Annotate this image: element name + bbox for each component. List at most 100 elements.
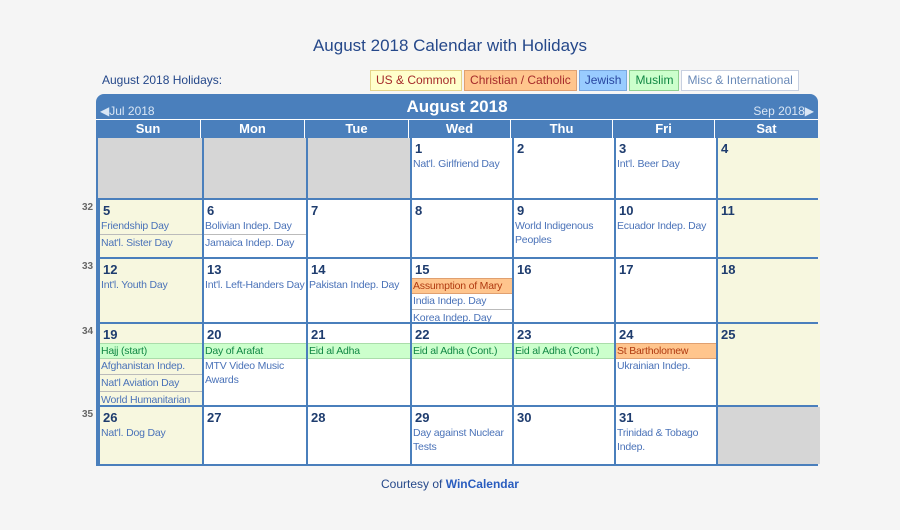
holiday-event[interactable]: Eid al Adha (Cont.) [412,343,512,359]
calendar: ◀Jul 2018 August 2018 Sep 2018▶ Sun Mon … [82,94,820,466]
day-cell[interactable]: 17 [614,259,716,322]
day-cell[interactable]: 26 Nat'l. Dog Day [98,407,202,464]
day-cell[interactable]: 21 Eid al Adha [306,324,410,405]
day-cell[interactable]: 4 [716,138,820,198]
day-number: 28 [311,410,326,425]
day-number: 18 [721,262,736,277]
day-cell[interactable]: 8 [410,200,512,257]
holiday-event[interactable]: World Indigenous Peoples [514,219,614,247]
courtesy-prefix: Courtesy of [381,477,446,491]
day-number: 13 [207,262,222,277]
day-cell[interactable]: 28 [306,407,410,464]
holiday-event[interactable]: India Indep. Day [412,294,512,310]
day-cell[interactable]: 15 Assumption of Mary India Indep. Day Kore… [410,259,512,322]
day-cell[interactable]: 6 Bolivian Indep. Day Jamaica Indep. Day [202,200,306,257]
legend-jewish[interactable]: Jewish [578,70,628,91]
day-number: 17 [619,262,634,277]
holiday-event[interactable]: Friendship Day [100,219,202,235]
day-cell[interactable]: 27 [202,407,306,464]
day-cell[interactable]: 10 Ecuador Indep. Day [614,200,716,257]
day-cell[interactable]: 13 Int'l. Left-Handers Day [202,259,306,322]
day-cell[interactable]: 19 Hajj (start) Afghanistan Indep. Nat'l Av… [98,324,202,405]
day-cell[interactable]: 1 Nat'l. Girlfriend Day [410,138,512,198]
day-cell[interactable]: 24 St Bartholomew Ukrainian Indep. [614,324,716,405]
holiday-event[interactable]: Int'l. Youth Day [100,278,202,292]
holiday-event[interactable]: Trinidad & Tobago Indep. [616,426,716,454]
day-cell[interactable]: 20 Day of Arafat MTV Video Music Awards [202,324,306,405]
holiday-event[interactable]: World Humanitarian [100,393,202,405]
day-number: 1 [415,141,423,156]
day-cell[interactable]: 12 Int'l. Youth Day [98,259,202,322]
day-number: 30 [517,410,532,425]
holiday-event[interactable]: Day against Nuclear Tests [412,426,512,454]
holiday-event[interactable]: Jamaica Indep. Day [204,236,306,250]
holiday-event[interactable]: Day of Arafat [204,343,306,359]
day-cell[interactable]: 16 [512,259,614,322]
day-number: 9 [517,203,525,218]
day-number: 12 [103,262,118,277]
holiday-event[interactable]: Int'l. Left-Handers Day [204,278,306,292]
day-number: 7 [311,203,319,218]
holiday-event[interactable]: Nat'l. Dog Day [100,426,202,440]
week-row: 35 26 Nat'l. Dog Day 27 28 29 Day against Nucl… [82,405,820,464]
day-number: 31 [619,410,634,425]
page-title: August 2018 Calendar with Holidays [312,36,588,55]
legend-christian-catholic[interactable]: Christian / Catholic [464,70,577,91]
day-number: 11 [721,203,735,218]
day-number: 15 [415,262,430,277]
holiday-event[interactable]: Korea Indep. Day [412,311,512,322]
week-row: 32 5 Friendship Day Nat'l. Sister Day 6 Boliv… [82,198,820,257]
legend-us-common[interactable]: US & Common [370,70,463,91]
holiday-event[interactable]: Pakistan Indep. Day [308,278,410,292]
holiday-event[interactable]: MTV Video Music Awards [204,359,306,387]
courtesy-footer: Courtesy of WinCalendar [0,477,900,491]
legend-muslim[interactable]: Muslim [629,70,680,91]
weekday-thu: Thu [510,120,612,138]
calendar-grid: 1 Nat'l. Girlfriend Day 2 3 Int'l. Beer Day 4… [82,138,820,466]
day-cell[interactable]: 22 Eid al Adha (Cont.) [410,324,512,405]
holiday-event[interactable]: Afghanistan Indep. [100,359,202,375]
week-number: 35 [82,409,94,420]
holiday-event[interactable]: Int'l. Beer Day [616,157,716,171]
holiday-event[interactable]: Assumption of Mary [412,278,512,294]
day-cell[interactable]: 14 Pakistan Indep. Day [306,259,410,322]
day-number: 23 [517,327,532,342]
empty-day-cell [716,407,820,464]
holiday-event[interactable]: Eid al Adha [308,343,410,359]
month-title: August 2018 [406,97,508,116]
week-number: 33 [82,261,94,272]
day-cell[interactable]: 29 Day against Nuclear Tests [410,407,512,464]
day-cell[interactable]: 3 Int'l. Beer Day [614,138,716,198]
day-number: 4 [721,141,729,156]
holiday-event[interactable]: Ecuador Indep. Day [616,219,716,233]
wincalendar-link[interactable]: WinCalendar [446,477,519,491]
day-cell[interactable]: 7 [306,200,410,257]
day-cell[interactable]: 23 Eid al Adha (Cont.) [512,324,614,405]
week-row: 1 Nat'l. Girlfriend Day 2 3 Int'l. Beer Day 4 [98,138,820,198]
calendar-header: ◀Jul 2018 August 2018 Sep 2018▶ [96,94,818,119]
day-cell[interactable]: 18 [716,259,820,322]
next-month-link[interactable]: Sep 2018▶ [753,104,814,118]
holiday-event[interactable]: Nat'l Aviation Day [100,376,202,392]
week-number: 34 [82,326,94,337]
day-cell[interactable]: 11 [716,200,820,257]
weekday-mon: Mon [200,120,304,138]
holiday-event[interactable]: Nat'l. Sister Day [100,236,202,250]
holiday-event[interactable]: Ukrainian Indep. [616,359,716,373]
legend-misc-international[interactable]: Misc & International [681,70,799,91]
day-cell[interactable]: 31 Trinidad & Tobago Indep. [614,407,716,464]
day-number: 19 [103,327,118,342]
holiday-event[interactable]: St Bartholomew [616,343,716,359]
day-cell[interactable]: 30 [512,407,614,464]
day-cell[interactable]: 5 Friendship Day Nat'l. Sister Day [98,200,202,257]
weekday-tue: Tue [304,120,408,138]
weekday-header-row: Sun Mon Tue Wed Thu Fri Sat [96,119,818,138]
holiday-event[interactable]: Hajj (start) [100,343,202,359]
week-row: 33 12 Int'l. Youth Day 13 Int'l. Left-Hander… [82,257,820,322]
day-cell[interactable]: 25 [716,324,820,405]
day-cell[interactable]: 9 World Indigenous Peoples [512,200,614,257]
day-cell[interactable]: 2 [512,138,614,198]
holiday-event[interactable]: Nat'l. Girlfriend Day [412,157,512,171]
holiday-event[interactable]: Eid al Adha (Cont.) [514,343,614,359]
holiday-event[interactable]: Bolivian Indep. Day [204,219,306,235]
